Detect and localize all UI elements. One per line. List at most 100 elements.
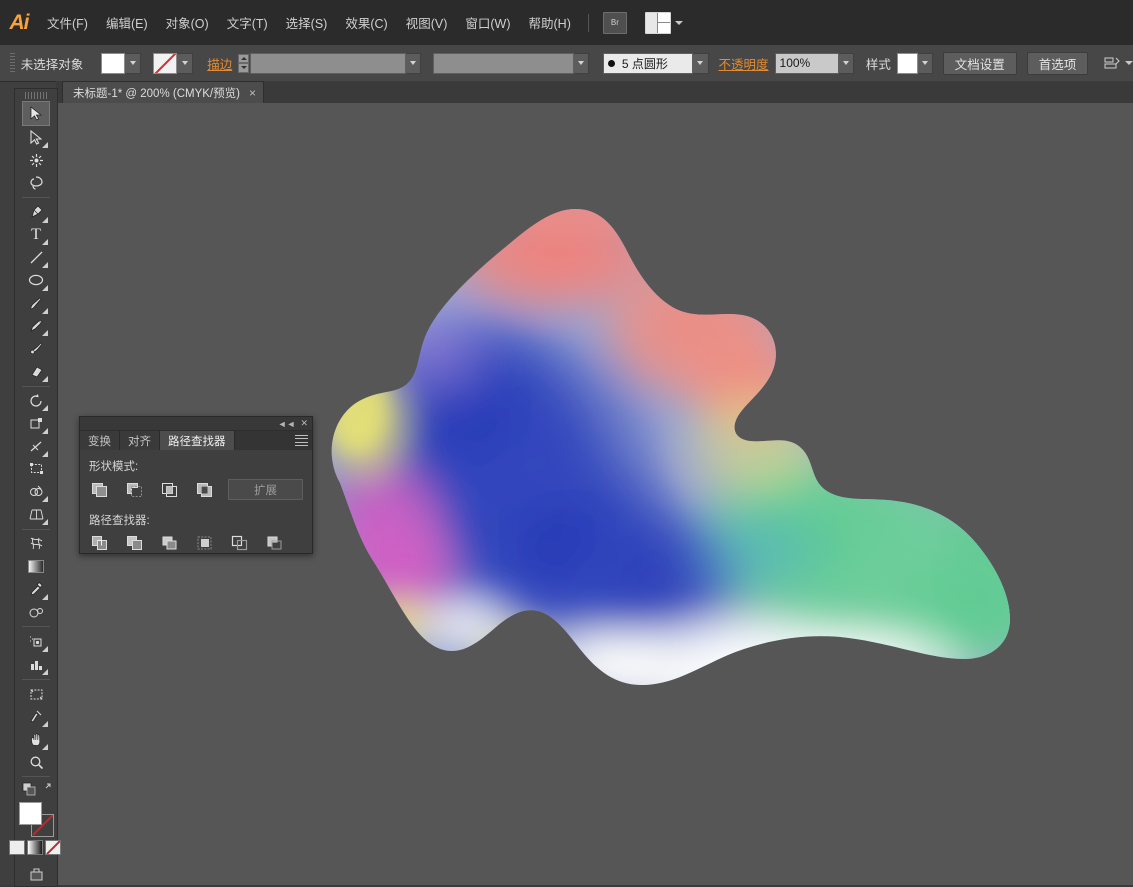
merge-button[interactable] — [159, 533, 181, 553]
gradient-button[interactable] — [27, 840, 43, 856]
tools-panel-grip[interactable] — [25, 92, 47, 100]
pathfinder-panel[interactable]: ◄◄ ✕ 变换 对齐 路径查找器 形状模式: 扩展 路径查找器: — [79, 416, 313, 554]
hand-tool[interactable] — [23, 728, 49, 751]
stroke-profile-dropdown-icon[interactable] — [573, 52, 589, 74]
symbol-sprayer-tool[interactable] — [23, 630, 49, 653]
blob-brush-tool[interactable] — [23, 337, 49, 360]
preferences-button[interactable]: 首选项 — [1026, 51, 1089, 75]
mesh-tool[interactable] — [23, 533, 49, 556]
style-swatch[interactable] — [896, 52, 918, 74]
line-segment-tool[interactable] — [23, 246, 49, 269]
align-to-selection-icon[interactable] — [1102, 54, 1121, 72]
menu-bar: Ai 文件(F) 编辑(E) 对象(O) 文字(T) 选择(S) 效果(C) 视… — [0, 0, 1133, 46]
panel-menu-icon[interactable] — [295, 435, 308, 446]
selection-tool[interactable] — [22, 101, 50, 126]
ellipse-tool[interactable] — [23, 269, 49, 292]
tab-pathfinder[interactable]: 路径查找器 — [160, 431, 235, 450]
blend-tool[interactable] — [23, 601, 49, 624]
scale-tool[interactable] — [23, 412, 49, 435]
intersect-button[interactable] — [158, 480, 180, 500]
none-button[interactable] — [45, 840, 61, 856]
menu-edit[interactable]: 编辑(E) — [97, 8, 157, 37]
style-dropdown-icon[interactable] — [917, 52, 933, 74]
color-mode-buttons — [9, 840, 63, 856]
fill-swatch[interactable] — [101, 52, 126, 74]
tab-align[interactable]: 对齐 — [120, 431, 160, 450]
eraser-tool[interactable] — [23, 360, 49, 383]
chevron-down-icon[interactable] — [674, 20, 683, 25]
brush-preview-icon — [607, 59, 615, 67]
paintbrush-tool[interactable] — [23, 292, 49, 315]
opacity-dropdown-icon[interactable] — [838, 52, 854, 74]
fill-color-control[interactable] — [101, 52, 142, 74]
stroke-swatch-none[interactable] — [153, 52, 178, 74]
bridge-icon[interactable]: Br — [602, 11, 627, 34]
close-icon[interactable]: × — [249, 87, 256, 99]
type-tool[interactable]: T — [23, 224, 49, 247]
rotate-tool[interactable] — [23, 390, 49, 413]
perspective-grid-tool[interactable] — [23, 503, 49, 526]
menu-object[interactable]: 对象(O) — [157, 8, 218, 37]
direct-selection-tool[interactable] — [23, 126, 49, 149]
fill-dropdown-icon[interactable] — [125, 52, 142, 74]
eyedropper-tool[interactable] — [23, 578, 49, 601]
default-colors-icon[interactable] — [38, 780, 52, 798]
menu-effect[interactable]: 效果(C) — [336, 8, 396, 37]
control-bar-grip[interactable] — [10, 53, 15, 73]
document-tab[interactable]: 未标题-1* @ 200% (CMYK/预览) × — [62, 81, 264, 103]
menu-help[interactable]: 帮助(H) — [520, 8, 580, 37]
divide-button[interactable] — [89, 533, 111, 553]
expand-button[interactable]: 扩展 — [227, 479, 304, 500]
free-transform-tool[interactable] — [23, 458, 49, 481]
slice-tool[interactable] — [23, 705, 49, 728]
fill-stroke-indicator[interactable] — [19, 802, 54, 838]
magic-wand-tool[interactable] — [23, 149, 49, 172]
stroke-color-control[interactable] — [153, 52, 194, 74]
panel-tabs: 变换 对齐 路径查找器 — [80, 431, 312, 450]
pencil-tool[interactable] — [23, 315, 49, 338]
panel-titlebar[interactable]: ◄◄ ✕ — [80, 417, 312, 431]
brush-definition-input[interactable]: 5 点圆形 — [602, 52, 694, 74]
outline-button[interactable] — [229, 533, 251, 553]
pathfinders-row — [89, 533, 303, 553]
stroke-weight-stepper[interactable] — [238, 53, 250, 73]
trim-button[interactable] — [124, 533, 146, 553]
document-setup-button[interactable]: 文档设置 — [942, 51, 1017, 75]
menu-view[interactable]: 视图(V) — [397, 8, 457, 37]
close-icon[interactable]: ✕ — [300, 418, 308, 429]
menu-window[interactable]: 窗口(W) — [456, 8, 519, 37]
stroke-dropdown-icon[interactable] — [177, 52, 194, 74]
width-tool[interactable] — [23, 435, 49, 458]
align-dropdown-chevron-icon[interactable] — [1124, 61, 1133, 65]
unite-button[interactable] — [89, 480, 111, 500]
stroke-weight-input[interactable] — [250, 52, 406, 74]
tab-transform[interactable]: 变换 — [80, 431, 120, 450]
opacity-input[interactable]: 100% — [774, 52, 839, 74]
artboard-tool[interactable] — [23, 683, 49, 706]
stroke-weight-dropdown-icon[interactable] — [405, 52, 421, 74]
gradient-tool[interactable] — [23, 555, 49, 578]
pen-tool[interactable] — [23, 201, 49, 224]
opacity-label[interactable]: 不透明度 — [719, 54, 769, 73]
brush-dropdown-icon[interactable] — [693, 52, 709, 74]
minus-front-button[interactable] — [124, 480, 146, 500]
illustrator-window: Ai 文件(F) 编辑(E) 对象(O) 文字(T) 选择(S) 效果(C) 视… — [0, 0, 1133, 887]
color-button[interactable] — [9, 840, 25, 856]
color-mode-swap-icon[interactable] — [20, 780, 38, 798]
exclude-button[interactable] — [193, 480, 215, 500]
fill-color-indicator[interactable] — [19, 802, 42, 826]
menu-select[interactable]: 选择(S) — [277, 8, 337, 37]
menu-file[interactable]: 文件(F) — [38, 8, 97, 37]
minus-back-button[interactable] — [264, 533, 286, 553]
menu-type[interactable]: 文字(T) — [218, 8, 277, 37]
stroke-profile-input[interactable] — [432, 52, 574, 74]
shape-builder-tool[interactable] — [23, 480, 49, 503]
lasso-tool[interactable] — [23, 171, 49, 194]
arrange-documents-icon[interactable] — [644, 11, 671, 34]
collapse-icon[interactable]: ◄◄ — [278, 419, 296, 429]
screen-mode-icon[interactable] — [23, 863, 49, 886]
zoom-tool[interactable] — [23, 751, 49, 774]
stroke-weight-label[interactable]: 描边 — [207, 54, 232, 73]
crop-button[interactable] — [194, 533, 216, 553]
column-graph-tool[interactable] — [23, 653, 49, 676]
